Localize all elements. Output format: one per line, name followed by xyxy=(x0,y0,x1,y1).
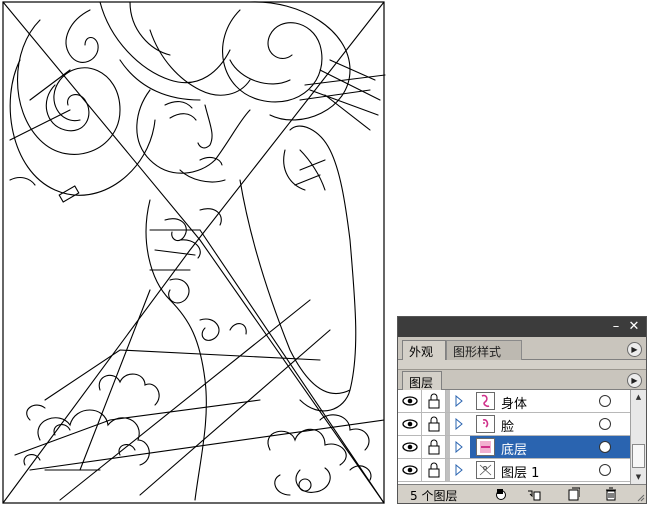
layer-color-bar xyxy=(446,390,450,412)
lock-toggle[interactable] xyxy=(422,413,446,435)
delete-layer-icon[interactable] xyxy=(604,487,618,501)
layer-name[interactable]: 脸 xyxy=(501,416,514,435)
lock-toggle[interactable] xyxy=(422,390,446,412)
layer-name[interactable]: 图层 1 xyxy=(501,462,539,481)
scroll-up-arrow-icon[interactable]: ▲ xyxy=(631,390,646,404)
layer-row[interactable]: 身体 xyxy=(398,390,630,413)
panel-titlebar[interactable]: – ✕ xyxy=(398,317,646,337)
eye-icon xyxy=(402,442,418,452)
line-art-illustration xyxy=(2,1,386,504)
tab-layers[interactable]: 图层 xyxy=(402,371,442,390)
layer-row-selected[interactable]: 底层 xyxy=(398,436,630,459)
expand-triangle-icon[interactable] xyxy=(454,441,464,453)
layer-thumbnail xyxy=(476,438,495,456)
lock-icon xyxy=(428,462,440,478)
lock-icon xyxy=(428,393,440,409)
lock-icon xyxy=(428,416,440,432)
layer-row[interactable]: 图层 1 xyxy=(398,459,630,482)
layer-name[interactable]: 底层 xyxy=(501,439,527,458)
layer-count-label: 5 个图层 xyxy=(410,489,458,503)
layer-thumbnail xyxy=(476,392,495,410)
tab-graphic-styles[interactable]: 图形样式 xyxy=(446,340,522,360)
visibility-toggle[interactable] xyxy=(398,413,422,435)
layer-thumbnail xyxy=(476,461,495,479)
layers-flyout-menu-icon[interactable]: ▶ xyxy=(627,373,642,388)
artboard-canvas[interactable] xyxy=(0,0,390,506)
expand-triangle-icon[interactable] xyxy=(454,395,464,407)
target-circle-icon[interactable] xyxy=(599,418,611,430)
layers-panel: – ✕ 外观 图形样式 ▶ 图层 ▶ 身体 脸 底层 图层 1 ▲ ▼ 5 个图… xyxy=(397,316,647,504)
resize-grip-icon[interactable] xyxy=(637,494,645,502)
appearance-tabs-row: 外观 图形样式 ▶ xyxy=(398,337,646,360)
eye-icon xyxy=(402,396,418,406)
scroll-down-arrow-icon[interactable]: ▼ xyxy=(631,470,646,484)
layer-color-bar xyxy=(446,413,450,435)
visibility-toggle[interactable] xyxy=(398,390,422,412)
eye-icon xyxy=(402,419,418,429)
expand-triangle-icon[interactable] xyxy=(454,464,464,476)
target-circle-icon[interactable] xyxy=(599,441,611,453)
close-icon[interactable]: ✕ xyxy=(626,319,642,335)
layer-thumbnail xyxy=(476,415,495,433)
minimize-icon[interactable]: – xyxy=(608,319,624,335)
eye-icon xyxy=(402,465,418,475)
layer-row[interactable]: 脸 xyxy=(398,413,630,436)
target-circle-icon[interactable] xyxy=(599,395,611,407)
layer-color-bar xyxy=(446,459,450,481)
visibility-toggle[interactable] xyxy=(398,436,422,458)
visibility-toggle[interactable] xyxy=(398,459,422,481)
tab-appearance[interactable]: 外观 xyxy=(402,340,446,360)
make-clipping-mask-icon[interactable] xyxy=(494,487,508,501)
layer-list: 身体 脸 底层 图层 1 xyxy=(398,390,630,484)
layers-scrollbar[interactable]: ▲ ▼ xyxy=(630,390,646,484)
lock-toggle[interactable] xyxy=(422,436,446,458)
layers-status-bar: 5 个图层 xyxy=(398,484,646,503)
new-sublayer-icon[interactable] xyxy=(527,487,541,501)
scroll-thumb[interactable] xyxy=(632,444,645,468)
lock-icon xyxy=(428,439,440,455)
lock-toggle[interactable] xyxy=(422,459,446,481)
target-circle-icon[interactable] xyxy=(599,464,611,476)
expand-triangle-icon[interactable] xyxy=(454,418,464,430)
layers-tab-row: 图层 ▶ xyxy=(398,369,646,390)
appearance-flyout-menu-icon[interactable]: ▶ xyxy=(627,342,642,357)
layer-name[interactable]: 身体 xyxy=(501,393,527,412)
new-layer-icon[interactable] xyxy=(566,487,580,501)
layer-color-bar xyxy=(446,436,450,458)
